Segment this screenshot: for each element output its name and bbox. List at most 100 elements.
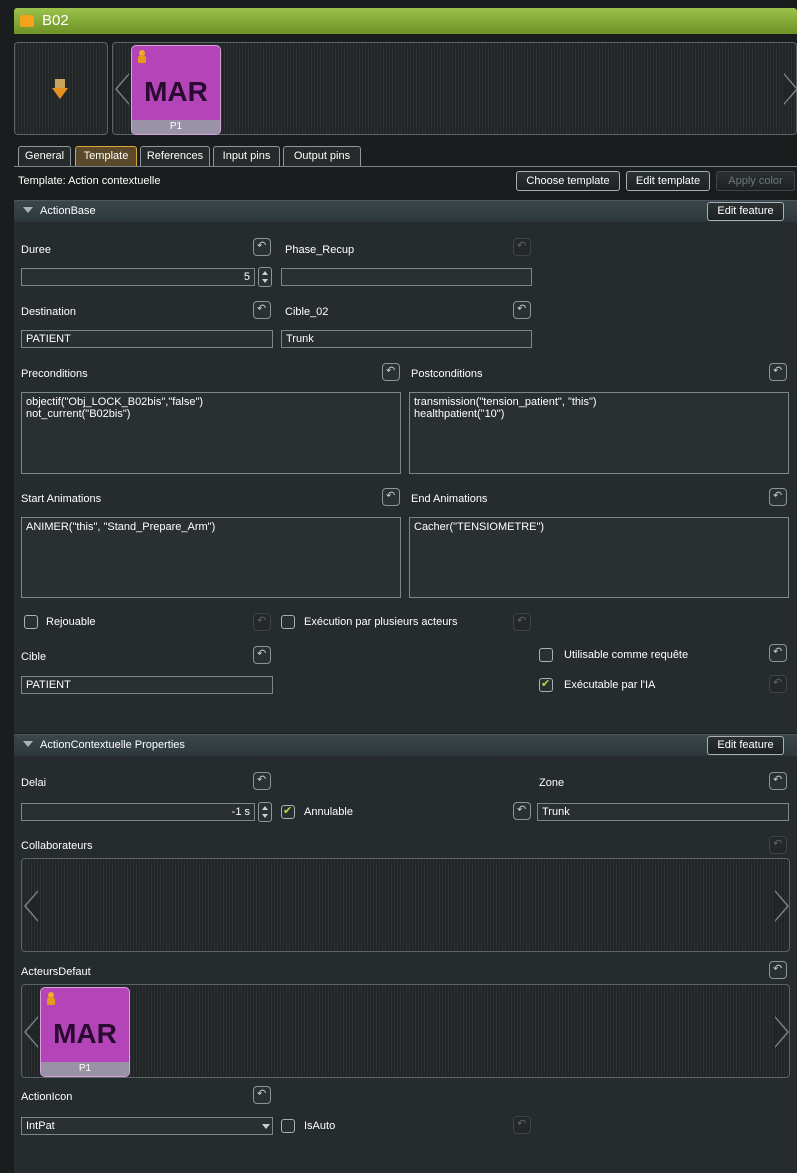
scroll-right-arrow-icon[interactable] — [784, 73, 797, 105]
execution-plusieurs-checkbox[interactable] — [281, 615, 295, 629]
phase-recup-reset-icon[interactable] — [513, 238, 531, 256]
action-icon-select[interactable]: IntPat — [21, 1117, 273, 1135]
start-animations-reset-icon[interactable] — [382, 488, 400, 506]
executable-ia-checkbox[interactable] — [539, 677, 553, 692]
rejouable-reset-icon[interactable] — [253, 613, 271, 631]
edit-feature-button[interactable]: Edit feature — [707, 202, 784, 221]
apply-color-button[interactable]: Apply color — [716, 171, 795, 191]
postconditions-textarea[interactable]: transmission("tension_patient", "this") … — [409, 392, 789, 474]
chevron-down-icon — [262, 1124, 270, 1129]
tab-general[interactable]: General — [18, 146, 71, 166]
tab-output-pins[interactable]: Output pins — [283, 146, 361, 166]
actor-card-slot: P1 — [132, 120, 220, 134]
utilisable-requete-label: Utilisable comme requête — [564, 649, 689, 661]
duree-input[interactable]: 5 — [21, 268, 255, 286]
delai-reset-icon[interactable] — [253, 772, 271, 790]
section-title: ActionContextuelle Properties — [40, 739, 185, 751]
tab-references[interactable]: References — [140, 146, 210, 166]
actor-card-name: MAR — [53, 1018, 117, 1049]
actor-card-slot: P1 — [41, 1062, 129, 1076]
delai-stepper[interactable] — [258, 802, 272, 822]
is-auto-reset-icon[interactable] — [513, 1116, 531, 1134]
tab-template[interactable]: Template — [75, 146, 137, 166]
action-icon-selected-value: IntPat — [26, 1120, 55, 1132]
duree-reset-icon[interactable] — [253, 238, 271, 256]
cible-02-input[interactable]: Trunk — [281, 330, 532, 348]
utilisable-requete-checkbox[interactable] — [539, 648, 553, 662]
is-auto-label: IsAuto — [304, 1120, 336, 1132]
collaborateurs-reset-icon[interactable] — [769, 836, 787, 854]
destination-reset-icon[interactable] — [253, 301, 271, 319]
scroll-right-arrow-icon[interactable] — [775, 890, 789, 922]
rejouable-label: Rejouable — [46, 616, 96, 628]
delai-input[interactable]: -1 s — [21, 803, 255, 821]
executable-ia-reset-icon[interactable] — [769, 675, 787, 693]
annulable-label: Annulable — [304, 806, 353, 818]
is-auto-checkbox[interactable] — [281, 1119, 295, 1133]
duree-label: Duree — [21, 244, 51, 256]
tab-divider — [14, 166, 797, 167]
postconditions-reset-icon[interactable] — [769, 363, 787, 381]
scroll-right-arrow-icon[interactable] — [775, 1016, 789, 1048]
collaborateurs-list[interactable] — [21, 858, 790, 952]
acteurs-defaut-list[interactable]: MAR P1 — [21, 984, 790, 1078]
start-animations-label: Start Animations — [21, 493, 102, 505]
choose-template-button[interactable]: Choose template — [516, 171, 620, 191]
scroll-left-arrow-icon[interactable] — [24, 1016, 38, 1048]
window-title: B02 — [42, 12, 69, 29]
preconditions-textarea[interactable]: objectif("Obj_LOCK_B02bis","false") not_… — [21, 392, 401, 474]
window-icon — [20, 15, 34, 27]
actor-card[interactable]: MAR P1 — [40, 987, 130, 1077]
acteurs-defaut-reset-icon[interactable] — [769, 961, 787, 979]
annulable-reset-icon[interactable] — [513, 802, 531, 820]
preconditions-label: Preconditions — [21, 368, 88, 380]
edit-feature-button[interactable]: Edit feature — [707, 736, 784, 755]
node-icon-box — [14, 42, 108, 135]
chevron-down-icon — [23, 741, 33, 747]
actor-strip: MAR P1 — [112, 42, 797, 135]
zone-label: Zone — [539, 777, 565, 789]
execution-plusieurs-label: Exécution par plusieurs acteurs — [304, 616, 458, 628]
template-name-label: Template: Action contextuelle — [18, 175, 161, 187]
edit-template-button[interactable]: Edit template — [626, 171, 710, 191]
person-icon — [47, 992, 55, 1005]
zone-input[interactable]: Trunk — [537, 803, 789, 821]
delai-label: Delai — [21, 777, 47, 789]
section-header-actioncontextuelle[interactable]: ActionContextuelle Properties Edit featu… — [14, 734, 797, 756]
cible-label: Cible — [21, 651, 47, 663]
person-icon — [138, 50, 146, 63]
destination-label: Destination — [21, 306, 77, 318]
postconditions-label: Postconditions — [411, 368, 483, 380]
utilisable-requete-reset-icon[interactable] — [769, 644, 787, 662]
window-title-bar: B02 — [14, 8, 797, 34]
preconditions-reset-icon[interactable] — [382, 363, 400, 381]
zone-reset-icon[interactable] — [769, 772, 787, 790]
cible-reset-icon[interactable] — [253, 646, 271, 664]
phase-recup-input[interactable] — [281, 268, 532, 286]
execution-plusieurs-reset-icon[interactable] — [513, 613, 531, 631]
start-animations-textarea[interactable]: ANIMER("this", "Stand_Prepare_Arm") — [21, 517, 401, 598]
cible-input[interactable]: PATIENT — [21, 676, 273, 694]
section-title: ActionBase — [40, 205, 96, 217]
executable-ia-label: Exécutable par l'IA — [564, 679, 656, 691]
end-animations-reset-icon[interactable] — [769, 488, 787, 506]
action-icon-reset-icon[interactable] — [253, 1086, 271, 1104]
section-header-actionbase[interactable]: ActionBase Edit feature — [14, 200, 797, 222]
collaborateurs-label: Collaborateurs — [21, 840, 93, 852]
rejouable-checkbox[interactable] — [24, 615, 38, 629]
acteurs-defaut-label: ActeursDefaut — [21, 966, 91, 978]
duree-stepper[interactable] — [258, 267, 272, 287]
scroll-left-arrow-icon[interactable] — [24, 890, 38, 922]
destination-input[interactable]: PATIENT — [21, 330, 273, 348]
end-animations-label: End Animations — [411, 493, 488, 505]
actor-card[interactable]: MAR P1 — [131, 45, 221, 135]
chevron-down-icon — [23, 207, 33, 213]
cible-02-label: Cible_02 — [285, 306, 329, 318]
cible-02-reset-icon[interactable] — [513, 301, 531, 319]
end-animations-textarea[interactable]: Cacher("TENSIOMETRE") — [409, 517, 789, 598]
annulable-checkbox[interactable] — [281, 804, 295, 819]
scroll-left-arrow-icon[interactable] — [115, 73, 129, 105]
tab-input-pins[interactable]: Input pins — [213, 146, 280, 166]
actor-card-name: MAR — [144, 76, 208, 107]
phase-recup-label: Phase_Recup — [285, 244, 355, 256]
